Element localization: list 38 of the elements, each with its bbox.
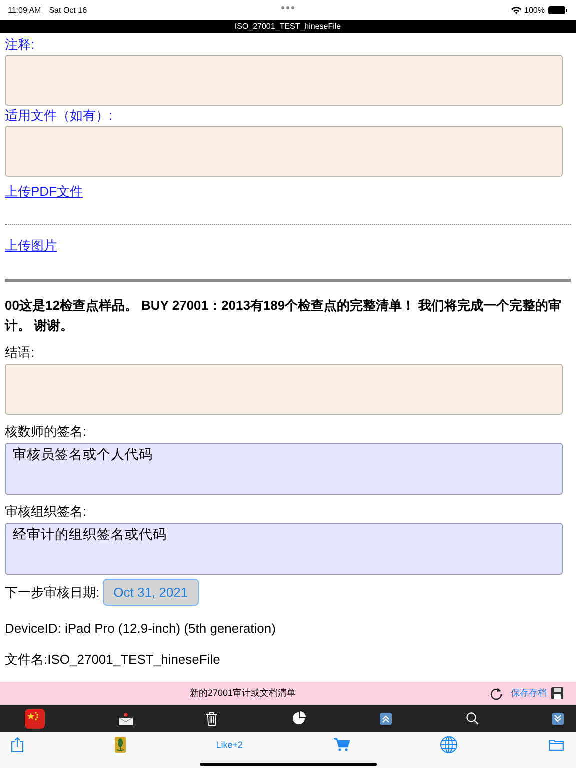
scroll-top-icon[interactable] [380,712,392,724]
globe-icon[interactable] [440,736,458,754]
date-label: 下一步审核日期: [5,584,100,601]
search-icon[interactable] [466,712,478,725]
action-bar-title: 新的27001审计或文档清单 [190,687,296,700]
device-id-text: DeviceID: iPad Pro (12.9-inch) (5th generation) [5,620,277,637]
signature-field[interactable]: 经审计的组织签名或代码 [5,523,563,575]
status-date: Sat Oct 16 [49,6,88,14]
plant-icon[interactable] [114,737,126,753]
status-time: 11:09 AM [8,6,42,14]
field-label: 注释: [5,37,36,52]
field-label: 结语: [5,344,36,361]
multitask-dots-icon [281,6,295,10]
notes-field[interactable] [5,55,563,106]
upload-pdf-link[interactable]: 上传PDF文件 [5,184,83,200]
field-label: 审核组织签名: [5,503,88,520]
signature-field[interactable]: 审核员签名或个人代码 [5,443,563,495]
wifi-icon [510,6,522,14]
mail-icon[interactable] [118,712,132,724]
window-title: ISO_27001_TEST_hineseFile [234,22,342,31]
scroll-bottom-icon[interactable] [552,712,564,724]
battery-icon [548,6,568,14]
reload-icon[interactable] [490,687,503,700]
upload-image-link[interactable]: 上传图片 [5,238,57,254]
share-icon[interactable] [11,737,24,753]
trash-icon[interactable] [206,712,218,726]
notice-text: 00这是12检查点样品。 BUY 27001：2013有189个检查点的完整清单！ 我们将完成一个完整的审计。 谢谢。 [5,297,563,335]
cart-icon[interactable] [334,738,350,752]
file-name-text: 文件名:ISO_27001_TEST_hineseFile [5,651,222,668]
flag-icon[interactable] [25,708,45,728]
conclusion-field[interactable] [5,364,563,415]
documents-field[interactable] [5,126,563,177]
like-link[interactable]: Like+2 [216,740,244,750]
folder-icon[interactable] [548,739,564,751]
battery-percent: 100% [524,6,545,14]
field-label: 适用文件（如有）: [5,108,114,123]
pie-chart-icon[interactable] [292,711,306,726]
field-label: 核数师的签名: [5,423,88,440]
